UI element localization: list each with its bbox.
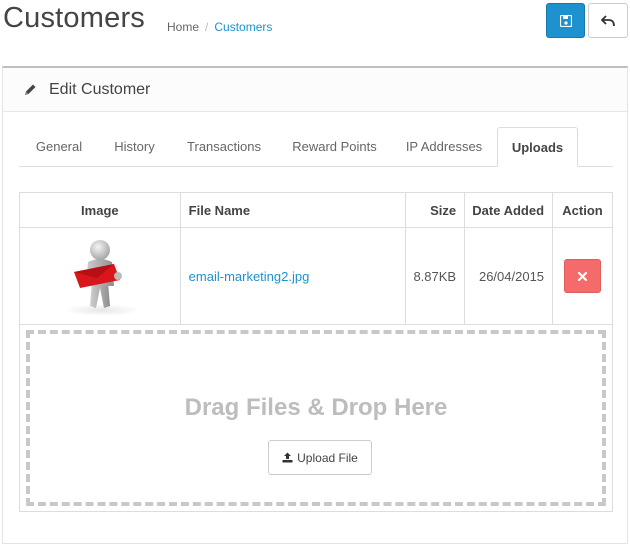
column-header-file-name[interactable]: File Name bbox=[179, 192, 407, 228]
column-header-image: Image bbox=[19, 192, 181, 228]
tab-general[interactable]: General bbox=[19, 127, 99, 167]
file-thumbnail-image bbox=[63, 240, 140, 316]
upload-icon bbox=[282, 452, 293, 463]
tab-transactions[interactable]: Transactions bbox=[170, 127, 278, 167]
file-name-link[interactable]: email-marketing2.jpg bbox=[189, 269, 310, 284]
tab-reward-points[interactable]: Reward Points bbox=[278, 127, 391, 167]
breadcrumb-separator: / bbox=[205, 20, 209, 34]
back-button[interactable] bbox=[588, 3, 628, 38]
panel-title: Edit Customer bbox=[49, 80, 151, 98]
panel-heading: Edit Customer bbox=[3, 68, 627, 112]
column-header-date-added[interactable]: Date Added bbox=[464, 192, 554, 228]
table-header-row: Image File Name Size Date Added Action bbox=[19, 192, 613, 228]
save-icon bbox=[559, 14, 572, 27]
tab-bar: General History Transactions Reward Poin… bbox=[19, 127, 613, 167]
delete-icon bbox=[578, 271, 588, 281]
breadcrumb: Home / Customers bbox=[167, 20, 272, 34]
dropzone-text: Drag Files & Drop Here bbox=[184, 394, 448, 421]
breadcrumb-customers[interactable]: Customers bbox=[214, 20, 272, 34]
save-button[interactable] bbox=[546, 3, 585, 38]
upload-file-button[interactable]: Upload File bbox=[268, 440, 372, 475]
action-cell bbox=[552, 227, 613, 325]
table-row: email-marketing2.jpg 8.87KB 26/04/2015 bbox=[19, 227, 613, 325]
file-name-cell: email-marketing2.jpg bbox=[179, 227, 407, 325]
file-size: 8.87KB bbox=[405, 227, 466, 325]
breadcrumb-home[interactable]: Home bbox=[167, 20, 199, 34]
dropzone-container: Drag Files & Drop Here Upload File bbox=[19, 325, 613, 512]
edit-customer-panel: Edit Customer General History Transactio… bbox=[2, 66, 628, 544]
tab-history[interactable]: History bbox=[99, 127, 170, 167]
file-date-added: 26/04/2015 bbox=[464, 227, 554, 325]
tab-uploads[interactable]: Uploads bbox=[497, 127, 578, 167]
file-dropzone[interactable]: Drag Files & Drop Here Upload File bbox=[26, 330, 606, 506]
upload-file-label: Upload File bbox=[297, 450, 358, 465]
column-header-action: Action bbox=[552, 192, 613, 228]
page-title: Customers bbox=[3, 2, 145, 34]
file-thumbnail-cell bbox=[19, 227, 181, 325]
tab-ip-addresses[interactable]: IP Addresses bbox=[391, 127, 497, 167]
column-header-size[interactable]: Size bbox=[405, 192, 466, 228]
uploads-table: Image File Name Size Date Added Action e… bbox=[19, 192, 613, 325]
delete-button[interactable] bbox=[564, 259, 602, 293]
pencil-icon bbox=[25, 84, 36, 95]
reply-icon bbox=[601, 14, 615, 26]
